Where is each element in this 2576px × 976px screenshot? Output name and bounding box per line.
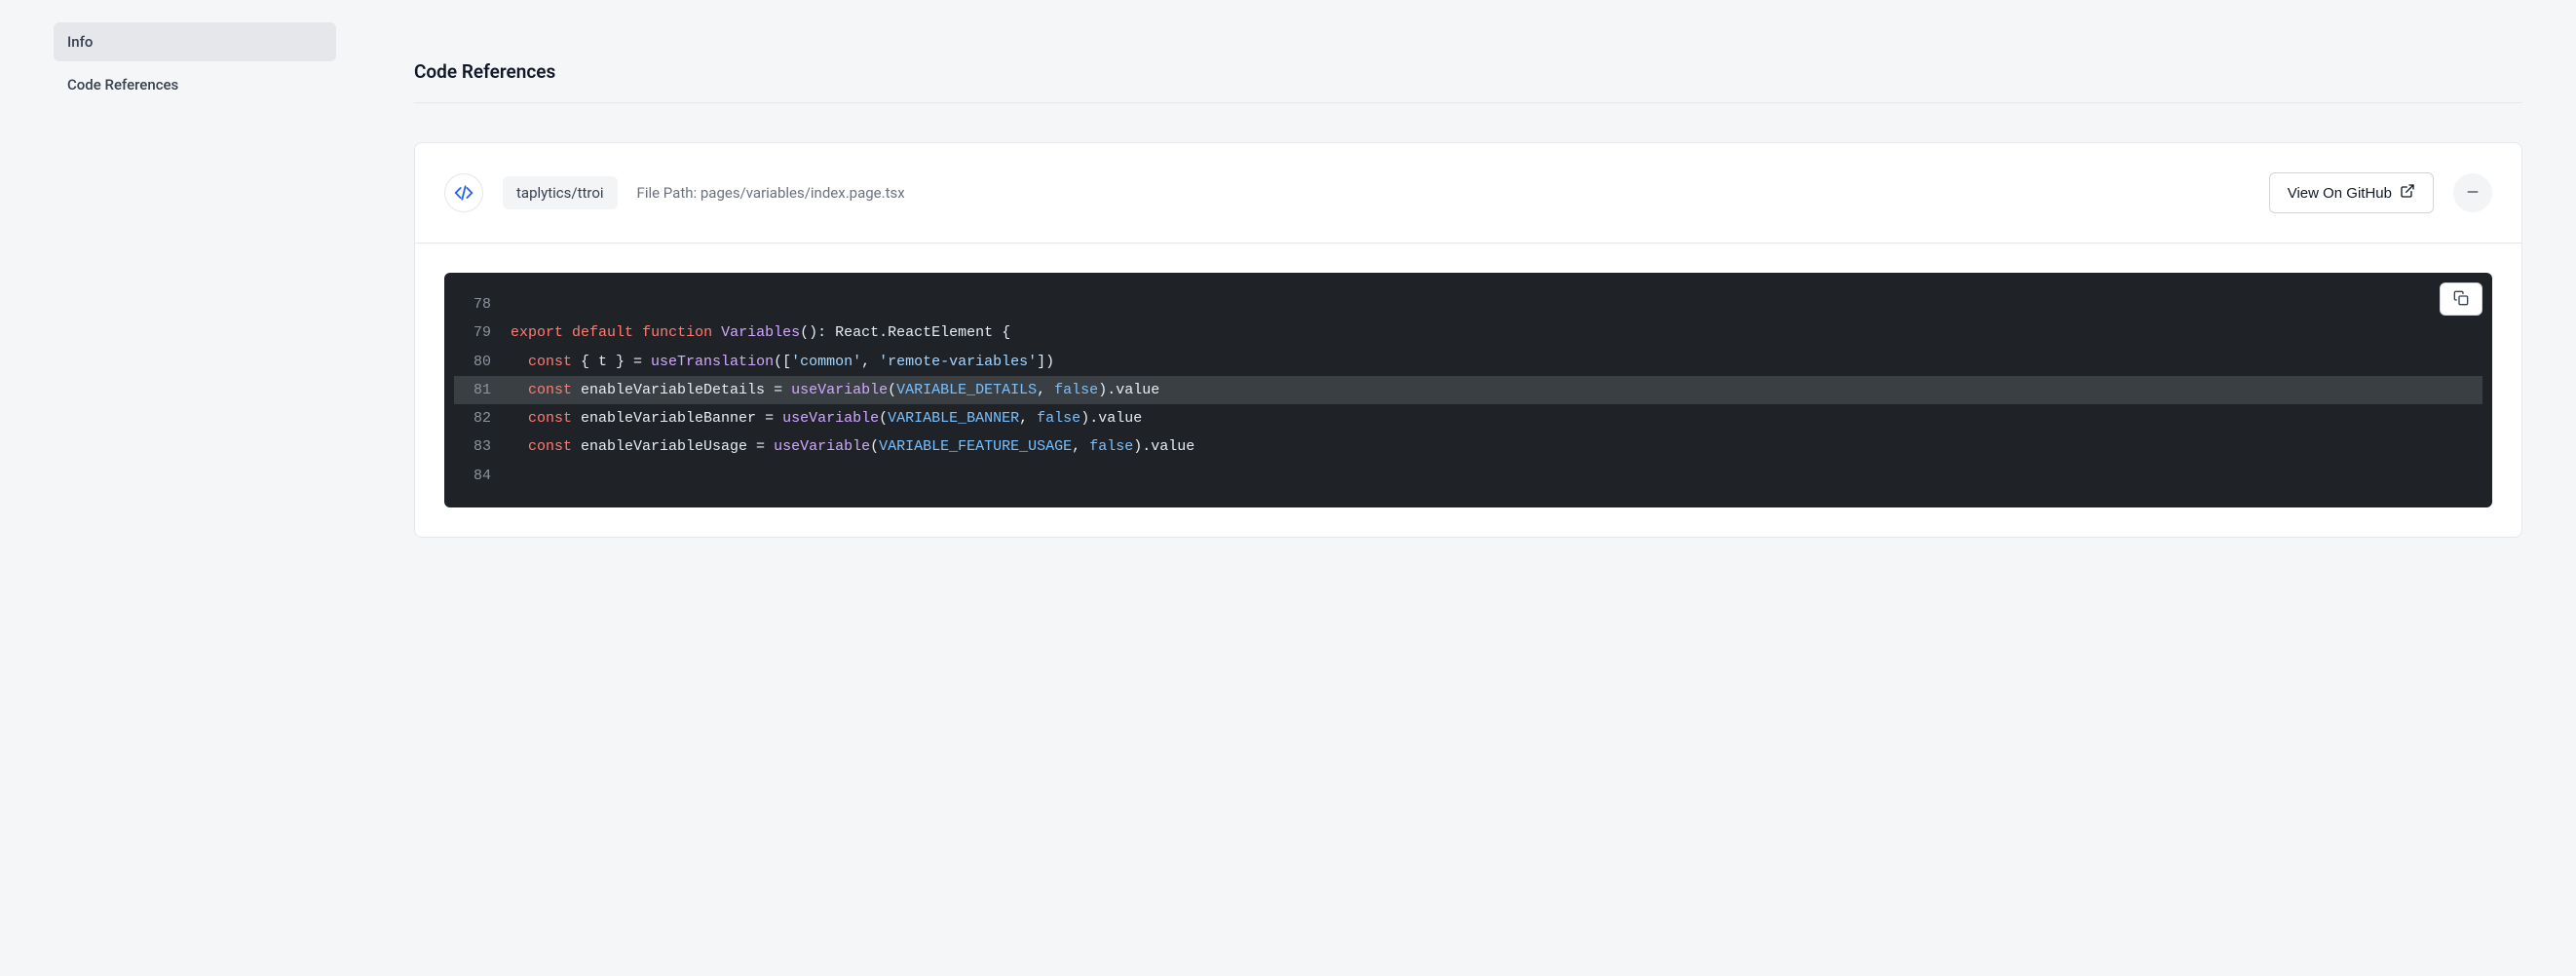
- sidebar: Info Code References: [0, 0, 390, 976]
- copy-button[interactable]: [2440, 282, 2482, 316]
- line-content: export default function Variables(): Rea…: [511, 319, 1010, 347]
- copy-icon: [2453, 290, 2469, 309]
- code-line: 82 const enableVariableBanner = useVaria…: [454, 404, 2482, 432]
- sidebar-item-label: Code References: [67, 76, 178, 94]
- code-area: 7879export default function Variables():…: [415, 244, 2521, 537]
- file-path: File Path: pages/variables/index.page.ts…: [637, 184, 905, 202]
- code-line: 78: [454, 290, 2482, 319]
- minus-icon: [2465, 184, 2481, 203]
- code-reference-card: taplytics/ttroi File Path: pages/variabl…: [414, 142, 2522, 538]
- line-content: const enableVariableUsage = useVariable(…: [511, 432, 1194, 461]
- code-block: 7879export default function Variables():…: [444, 273, 2492, 507]
- line-number: 80: [454, 348, 511, 376]
- view-on-github-button[interactable]: View On GitHub: [2269, 172, 2434, 213]
- layout: Info Code References Code References tap…: [0, 0, 2576, 976]
- repo-chip: taplytics/ttroi: [503, 176, 618, 209]
- code-line: 81 const enableVariableDetails = useVari…: [454, 376, 2482, 404]
- line-number: 82: [454, 404, 511, 432]
- code-line: 79export default function Variables(): R…: [454, 319, 2482, 347]
- collapse-button[interactable]: [2453, 173, 2492, 212]
- code-line: 83 const enableVariableUsage = useVariab…: [454, 432, 2482, 461]
- main-content: Code References taplytics/ttroi File Pat…: [390, 0, 2576, 976]
- github-button-label: View On GitHub: [2288, 185, 2392, 202]
- line-content: const enableVariableBanner = useVariable…: [511, 404, 1142, 432]
- card-header: taplytics/ttroi File Path: pages/variabl…: [415, 143, 2521, 244]
- line-number: 78: [454, 290, 511, 319]
- sidebar-item-code-references[interactable]: Code References: [54, 65, 336, 104]
- code-line: 84: [454, 462, 2482, 490]
- line-content: const { t } = useTranslation(['common', …: [511, 348, 1054, 376]
- code-line: 80 const { t } = useTranslation(['common…: [454, 348, 2482, 376]
- line-content: const enableVariableDetails = useVariabl…: [511, 376, 1159, 404]
- repo-name: taplytics/ttroi: [516, 184, 604, 202]
- external-link-icon: [2400, 183, 2415, 203]
- sidebar-item-label: Info: [67, 33, 93, 51]
- line-number: 83: [454, 432, 511, 461]
- sidebar-item-info[interactable]: Info: [54, 22, 336, 61]
- code-lines: 7879export default function Variables():…: [454, 290, 2482, 490]
- code-icon: [444, 173, 483, 212]
- line-number: 81: [454, 376, 511, 404]
- section-title: Code References: [414, 0, 2522, 103]
- line-number: 79: [454, 319, 511, 347]
- line-number: 84: [454, 462, 511, 490]
